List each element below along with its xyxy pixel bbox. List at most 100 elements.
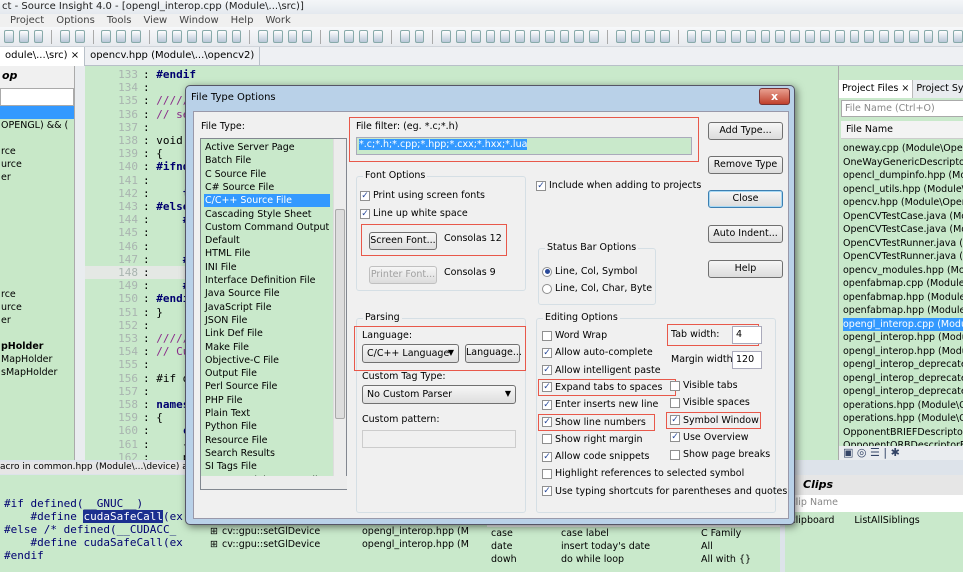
printer-font-button[interactable]: Printer Font... (369, 266, 437, 284)
checkbox-enter-inserts-new-line[interactable]: ✓ Enter inserts new line (542, 399, 658, 410)
menu-work[interactable]: Work (265, 14, 290, 27)
print-screen-fonts-checkbox[interactable]: ✓ Print using screen fonts (360, 190, 485, 201)
relation-item[interactable]: ⊞ cv::gpu::setGlDevice opengl_interop.hpp … (210, 538, 469, 551)
tab-opengl-interop[interactable]: odule\...\src) × (0, 47, 86, 66)
file-list-item[interactable]: opengl_interop_deprecated. (843, 372, 963, 385)
symbol-list-item[interactable] (0, 275, 74, 288)
toolbar-button-icon[interactable] (231, 30, 242, 43)
clip-item[interactable]: Clipboard (789, 515, 834, 526)
toolbar-button-icon[interactable] (701, 30, 712, 43)
file-type-item[interactable]: INI File (204, 261, 330, 274)
snippet-row[interactable]: dowh do while loop All with {} (487, 553, 780, 566)
expand-icon[interactable]: ⊞ (210, 525, 222, 538)
file-list-item[interactable]: opencv_modules.hpp (Module (843, 264, 963, 277)
checkbox-show-page-breaks[interactable]: Show page breaks (670, 449, 770, 460)
toolbar-button-icon[interactable] (660, 30, 670, 43)
file-type-item[interactable]: Perl Source File (204, 380, 330, 393)
toolbar-button-icon[interactable] (515, 30, 525, 43)
toolbar-button-icon[interactable] (399, 30, 410, 43)
menu-window[interactable]: Window (179, 14, 218, 27)
folder-icon[interactable]: ▣ (843, 446, 853, 459)
toolbar-button-icon[interactable] (18, 30, 29, 43)
refresh-icon[interactable]: ◎ (857, 446, 867, 459)
symbol-list-item[interactable] (0, 210, 74, 223)
file-type-item[interactable]: Link Def File (204, 327, 330, 340)
toolbar-button-icon[interactable] (343, 30, 354, 43)
file-type-item[interactable]: HTML File (204, 247, 330, 260)
menu-options[interactable]: Options (56, 14, 95, 27)
toolbar-button-icon[interactable] (849, 30, 860, 43)
radio-line-col-char-byte[interactable]: Line, Col, Char, Byte (542, 283, 652, 294)
toolbar-button-icon[interactable] (775, 30, 786, 43)
toolbar-button-icon[interactable] (414, 30, 425, 43)
snippet-row[interactable]: date insert today's date All (487, 540, 780, 553)
symbol-list-item[interactable]: urce (0, 158, 74, 171)
file-list-item[interactable]: OpenCVTestRunner.java (Mod (843, 250, 963, 263)
menu-view[interactable]: View (143, 14, 167, 27)
symbol-list-item[interactable] (0, 327, 74, 340)
file-list-item[interactable]: opengl_interop.hpp (Module (843, 345, 963, 358)
toolbar-button-icon[interactable] (923, 30, 934, 43)
symbol-list-item[interactable] (0, 249, 74, 262)
file-list-item[interactable]: opengl_interop.cpp (Module (843, 317, 963, 331)
toolbar-button-icon[interactable] (574, 30, 585, 43)
checkbox-visible-spaces[interactable]: Visible spaces (670, 397, 750, 408)
file-name-column-header[interactable]: File Name (841, 121, 963, 139)
toolbar-button-icon[interactable] (131, 30, 141, 43)
toolbar-button-icon[interactable] (500, 30, 511, 43)
file-list-item[interactable]: operations.hpp (Module\Op (843, 399, 963, 412)
checkbox-allow-code-snippets[interactable]: ✓ Allow code snippets (542, 451, 650, 462)
file-list-item[interactable]: opencv.hpp (Module\OpenCV (843, 196, 963, 209)
toolbar-button-icon[interactable] (328, 30, 339, 43)
toolbar-button-icon[interactable] (302, 30, 313, 43)
symbol-list-item[interactable] (0, 184, 74, 197)
remove-type-button[interactable]: Remove Type (708, 156, 783, 174)
list-icon[interactable]: ☰ (870, 446, 880, 459)
toolbar-button-icon[interactable] (373, 30, 384, 43)
file-type-item[interactable]: PHP File (204, 394, 330, 407)
toolbar-button-icon[interactable] (834, 30, 845, 43)
gear-icon[interactable]: ✱ (891, 446, 900, 459)
language-button[interactable]: Language... (465, 344, 522, 363)
file-type-list[interactable]: Active Server Page Batch File C Source Fil… (200, 138, 347, 490)
toolbar-button-icon[interactable] (485, 30, 496, 43)
language-select[interactable]: C/C++ Language ▼ (362, 344, 459, 363)
file-list-item[interactable]: OpenCVTestCase.java (Module (843, 223, 963, 236)
toolbar-button-icon[interactable] (287, 30, 298, 43)
toolbar-button-icon[interactable] (805, 30, 815, 43)
toolbar-button-icon[interactable] (630, 30, 641, 43)
toolbar-button-icon[interactable] (645, 30, 656, 43)
toolbar-button-icon[interactable] (74, 30, 85, 43)
file-type-item[interactable]: Custom Command Output (204, 221, 330, 234)
toolbar-button-icon[interactable] (953, 30, 963, 43)
add-type-button[interactable]: Add Type... (708, 122, 783, 140)
close-button[interactable]: Close (708, 190, 783, 208)
symbol-list-item[interactable] (0, 262, 74, 275)
close-icon[interactable]: x (759, 88, 790, 105)
menu-help[interactable]: Help (231, 14, 254, 27)
toolbar-button-icon[interactable] (33, 30, 44, 43)
file-list-item[interactable]: OpenCVTestRunner.java (Mod (843, 237, 963, 250)
file-list-item[interactable]: operations.hpp (Module\Op (843, 412, 963, 425)
toolbar-button-icon[interactable] (157, 30, 168, 43)
tab-project-files[interactable]: Project Files × (839, 80, 914, 98)
symbol-list-item[interactable] (0, 197, 74, 210)
auto-indent-button[interactable]: Auto Indent... (708, 225, 783, 243)
file-type-item[interactable]: Default (204, 234, 330, 247)
toolbar-button-icon[interactable] (745, 30, 756, 43)
toolbar-button-icon[interactable] (879, 30, 889, 43)
toolbar-button-icon[interactable] (201, 30, 212, 43)
symbol-list-item[interactable]: rce (0, 288, 74, 301)
file-type-item[interactable]: Objective-C File (204, 354, 330, 367)
file-type-list-hscrollbar[interactable] (201, 476, 347, 489)
clip-name-input[interactable]: Clip Name (785, 495, 963, 512)
checkbox-use-overview[interactable]: ✓ Use Overview (670, 432, 749, 443)
file-list-item[interactable]: oneway.cpp (Module\OpenCV (843, 142, 963, 155)
custom-tag-type-select[interactable]: No Custom Parser ▼ (362, 385, 516, 404)
symbol-list-item[interactable]: urce (0, 301, 74, 314)
toolbar-button-icon[interactable] (790, 30, 801, 43)
file-type-item[interactable]: C# Source File (204, 181, 330, 194)
toolbar-button-icon[interactable] (358, 30, 369, 43)
file-list-item[interactable]: opencl_dumpinfo.hpp (Module (843, 169, 963, 182)
file-type-item[interactable]: Cascading Style Sheet (204, 208, 330, 221)
